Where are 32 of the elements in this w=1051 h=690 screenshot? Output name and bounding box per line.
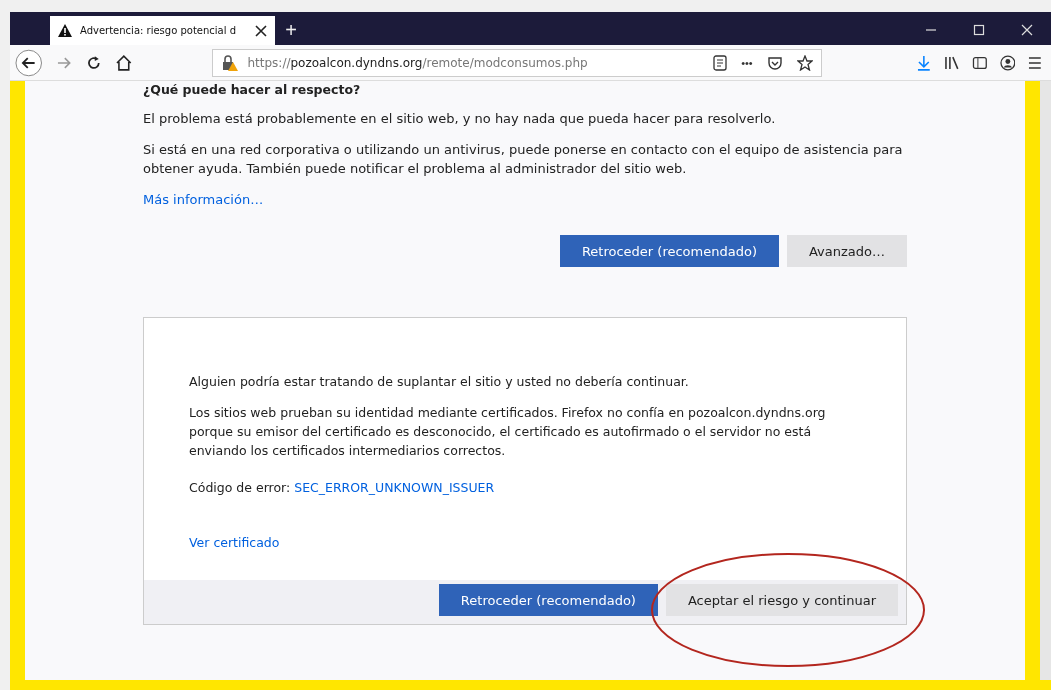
home-icon[interactable] [114, 53, 133, 72]
lock-warning-icon [221, 53, 240, 72]
more-actions-button[interactable]: ••• [741, 56, 753, 69]
warning-icon [58, 24, 72, 37]
new-tab-button[interactable]: + [275, 16, 307, 45]
paragraph: Si está en una red corporativa o utilizando un antivirus, puede ponerse en contacto con el equipo de asistencia para obtener ayuda. También puede notificar el problema al administrador del sitio web. [143, 141, 904, 178]
paragraph: El problema está probablemente en el sitio web, y no hay nada que pueda hacer para resolverlo. [143, 110, 777, 128]
learn-more-link[interactable]: Más información… [143, 192, 264, 207]
reader-view-icon[interactable] [713, 54, 728, 71]
action-button[interactable]: Retroceder (recomendado) [438, 584, 658, 616]
maximize-icon[interactable] [973, 24, 985, 36]
error-code-label: Código de error: [189, 480, 291, 495]
menu-icon[interactable] [1027, 54, 1043, 71]
close-icon[interactable] [255, 24, 267, 37]
sidebar-icon[interactable] [971, 54, 988, 71]
library-icon[interactable] [944, 54, 960, 71]
action-button[interactable]: Aceptar el riesgo y continuar [665, 584, 898, 616]
address-bar[interactable]: https://pozoalcon.dyndns.org/remote/modconsumos.php ••• [212, 48, 822, 77]
star-icon[interactable] [796, 54, 813, 71]
paragraph: Alguien podría estar tratando de suplantar el sitio y usted no debería continuar. [189, 373, 690, 391]
action-button[interactable]: Avanzado… [786, 235, 907, 267]
browser-tab[interactable]: Advertencia: riesgo potencial d [50, 16, 275, 45]
account-icon[interactable] [999, 54, 1016, 71]
download-icon[interactable] [916, 54, 933, 71]
action-button[interactable]: Retroceder (recomendado) [559, 235, 779, 267]
view-certificate-link[interactable]: Ver certificado [189, 535, 280, 550]
pocket-icon[interactable] [766, 54, 783, 71]
error-code-link[interactable]: SEC_ERROR_UNKNOWN_ISSUER [294, 480, 495, 495]
paragraph: Los sitios web prueban su identidad mediante certificados. Firefox no confía en pozoalcon.dyndns.org porque su emisor del certificado es desconocido, el certificado es autofirmado o el servidor no está enviando los certificados intermediarios correctos. [189, 404, 827, 460]
scrollbar-track[interactable] [1040, 81, 1051, 680]
back-icon[interactable] [14, 47, 44, 78]
section-heading: ¿Qué puede hacer al respecto? [143, 82, 362, 97]
